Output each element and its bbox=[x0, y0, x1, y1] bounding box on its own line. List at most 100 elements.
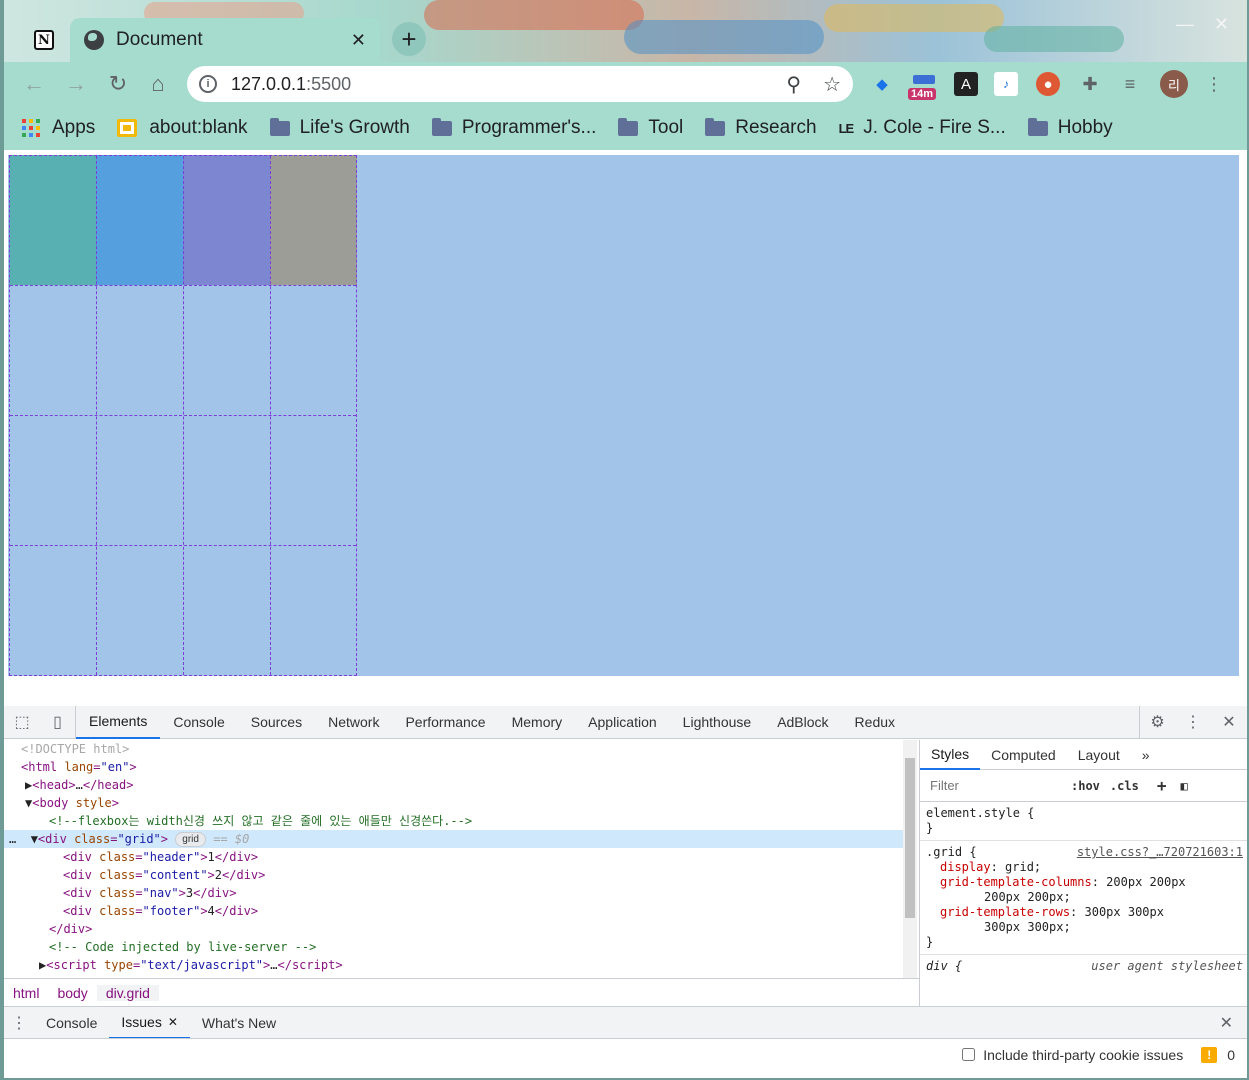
tab-memory[interactable]: Memory bbox=[499, 706, 576, 739]
bookmark-apps[interactable]: Apps bbox=[22, 117, 95, 139]
tab-styles[interactable]: Styles bbox=[920, 740, 981, 770]
dom-node-div-close[interactable]: </div> bbox=[4, 920, 903, 938]
css-value[interactable]: 300px 300px bbox=[1085, 905, 1164, 919]
tab-network[interactable]: Network bbox=[315, 706, 392, 739]
dom-node-div-grid[interactable]: … ▼<div class="grid"> grid == $0 bbox=[4, 830, 903, 848]
third-party-cookie-checkbox[interactable] bbox=[962, 1048, 976, 1061]
site-info-icon[interactable]: i bbox=[199, 75, 217, 93]
new-tab-button[interactable]: + bbox=[392, 22, 426, 56]
tab-performance[interactable]: Performance bbox=[392, 706, 498, 739]
tab-lighthouse[interactable]: Lighthouse bbox=[670, 706, 765, 739]
selected-node-marker: == $0 bbox=[213, 832, 250, 846]
close-devtools-icon[interactable]: ✕ bbox=[1211, 706, 1247, 739]
bookmark-about-blank[interactable]: about:blank bbox=[117, 117, 248, 139]
tab-elements[interactable]: Elements bbox=[76, 706, 161, 739]
doc-extension-icon[interactable]: ♪ bbox=[994, 72, 1018, 96]
filter-input[interactable] bbox=[926, 774, 1061, 797]
stylesheet-link[interactable]: style.css?_…720721603:1 bbox=[1077, 845, 1243, 860]
drawer-tab-console[interactable]: Console bbox=[34, 1007, 109, 1039]
a-extension-icon[interactable]: A bbox=[954, 72, 978, 96]
bookmark-j-cole[interactable]: LE J. Cole - Fire S... bbox=[839, 117, 1006, 139]
elements-scrollbar[interactable] bbox=[903, 740, 917, 978]
dom-node-live-server-comment[interactable]: <!-- Code injected by live-server --> bbox=[4, 938, 903, 956]
tab-sources[interactable]: Sources bbox=[238, 706, 315, 739]
attr-name: class bbox=[99, 850, 136, 864]
settings-gear-icon[interactable]: ⚙ bbox=[1139, 705, 1175, 739]
css-value[interactable]: grid; bbox=[1005, 860, 1041, 874]
bookmark-folder-tool[interactable]: Tool bbox=[618, 117, 683, 139]
tab-computed[interactable]: Computed bbox=[980, 740, 1067, 770]
reload-icon[interactable]: ↻ bbox=[104, 70, 132, 98]
diamond-extension-icon[interactable]: ◆ bbox=[870, 72, 894, 96]
dom-node-html[interactable]: <html lang="en"> bbox=[4, 758, 903, 776]
new-rule-plus-icon[interactable]: + bbox=[1157, 776, 1167, 795]
tab-layout[interactable]: Layout bbox=[1067, 740, 1131, 770]
dom-node-div-header[interactable]: <div class="header">1</div> bbox=[4, 848, 903, 866]
dom-node-body[interactable]: ▼<body style> bbox=[4, 794, 903, 812]
drawer-tab-issues[interactable]: Issues ✕ bbox=[109, 1007, 190, 1039]
css-property[interactable]: grid-template-columns bbox=[940, 875, 1092, 889]
avatar[interactable]: 리 bbox=[1160, 70, 1188, 98]
pinned-tab-notion[interactable]: N bbox=[26, 24, 62, 56]
tab-console[interactable]: Console bbox=[160, 706, 237, 739]
css-property[interactable]: display bbox=[940, 860, 991, 874]
drawer-menu-icon[interactable]: ⋮ bbox=[4, 1006, 34, 1039]
duckduckgo-icon[interactable]: ● bbox=[1036, 72, 1060, 96]
attr-value: "content" bbox=[142, 868, 208, 882]
tab-adblock[interactable]: AdBlock bbox=[764, 706, 841, 739]
more-tabs-chevron-icon[interactable]: » bbox=[1131, 740, 1161, 770]
dom-node-div-nav[interactable]: <div class="nav">3</div> bbox=[4, 884, 903, 902]
home-icon[interactable]: ⌂ bbox=[144, 70, 172, 98]
toggle-sidebar-icon[interactable]: ◧ bbox=[1180, 779, 1187, 793]
forward-icon[interactable]: → bbox=[62, 70, 90, 98]
hov-toggle[interactable]: :hov bbox=[1071, 779, 1100, 793]
breadcrumb-html[interactable]: html bbox=[4, 985, 48, 1001]
extensions-puzzle-icon[interactable]: ✚ bbox=[1078, 72, 1102, 96]
drawer-tab-whats-new[interactable]: What's New bbox=[190, 1007, 288, 1039]
bookmark-folder-programmers[interactable]: Programmer's... bbox=[431, 117, 596, 139]
back-icon[interactable]: ← bbox=[20, 70, 48, 98]
dom-node-head[interactable]: ▶<head>…</head> bbox=[4, 776, 903, 794]
kebab-menu-icon[interactable]: ⋮ bbox=[1202, 72, 1226, 96]
dom-node-script[interactable]: ▶<script type="text/javascript">…</scrip… bbox=[4, 956, 903, 974]
window-close-icon[interactable]: ✕ bbox=[1214, 14, 1229, 35]
dom-node-div-content[interactable]: <div class="content">2</div> bbox=[4, 866, 903, 884]
device-toolbar-icon[interactable]: ▯ bbox=[40, 705, 76, 739]
address-bar[interactable]: i 127.0.0.1:5500 ⚲ ☆ bbox=[187, 66, 853, 102]
cls-toggle[interactable]: .cls bbox=[1110, 779, 1139, 793]
close-drawer-icon[interactable]: ✕ bbox=[1220, 1013, 1247, 1033]
bookmark-star-icon[interactable]: ☆ bbox=[823, 72, 841, 97]
breadcrumb-body[interactable]: body bbox=[48, 985, 96, 1001]
media-queue-icon[interactable]: ≡ bbox=[1118, 72, 1142, 96]
tab-close-icon[interactable]: ✕ bbox=[351, 30, 366, 51]
inspect-element-icon[interactable]: ⬚ bbox=[4, 706, 40, 739]
breadcrumb-div-grid[interactable]: div.grid bbox=[96, 984, 159, 1001]
bookmark-folder-lifes-growth[interactable]: Life's Growth bbox=[269, 117, 410, 139]
css-value-continued: 200px 200px; bbox=[984, 890, 1071, 904]
more-options-icon[interactable]: ⋮ bbox=[1175, 706, 1211, 739]
grid-style-rule[interactable]: .grid { style.css?_…720721603:1 display:… bbox=[920, 841, 1247, 955]
tag-name: div bbox=[45, 832, 67, 846]
more-dots-icon[interactable]: … bbox=[9, 832, 16, 846]
dom-node-doctype[interactable]: <!DOCTYPE html> bbox=[4, 740, 903, 758]
css-value[interactable]: 200px 200px bbox=[1106, 875, 1185, 889]
collapse-triangle-icon[interactable]: ▼ bbox=[31, 832, 38, 846]
tab-redux[interactable]: Redux bbox=[842, 706, 908, 739]
dom-node-div-footer[interactable]: <div class="footer">4</div> bbox=[4, 902, 903, 920]
scrollbar-thumb[interactable] bbox=[905, 758, 915, 918]
dom-node-comment[interactable]: <!--flexbox는 width신경 쓰지 않고 같은 줄에 있는 애들만 … bbox=[4, 812, 903, 830]
styles-tab-bar: Styles Computed Layout » bbox=[920, 740, 1247, 770]
close-tab-icon[interactable]: ✕ bbox=[168, 1015, 178, 1029]
tab-document[interactable]: Document ✕ bbox=[70, 18, 380, 62]
bookmark-folder-hobby[interactable]: Hobby bbox=[1027, 117, 1113, 139]
elements-tree[interactable]: <!DOCTYPE html> <html lang="en"> ▶<head>… bbox=[4, 740, 903, 978]
bookmark-folder-research[interactable]: Research bbox=[705, 117, 817, 139]
minimize-icon[interactable]: — bbox=[1176, 14, 1194, 35]
element-style-rule[interactable]: element.style { } bbox=[920, 802, 1247, 841]
grid-badge[interactable]: grid bbox=[175, 832, 206, 847]
grid-container[interactable] bbox=[8, 155, 1239, 676]
css-property[interactable]: grid-template-rows bbox=[940, 905, 1070, 919]
tab-application[interactable]: Application bbox=[575, 706, 670, 739]
div-ua-rule[interactable]: div { user agent stylesheet bbox=[920, 955, 1247, 978]
zoom-icon[interactable]: ⚲ bbox=[786, 72, 801, 97]
